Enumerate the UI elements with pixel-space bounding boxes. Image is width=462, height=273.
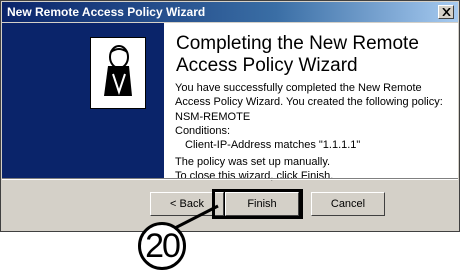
callout-pointer xyxy=(174,204,219,230)
step-number-badge: 20 xyxy=(138,222,186,270)
